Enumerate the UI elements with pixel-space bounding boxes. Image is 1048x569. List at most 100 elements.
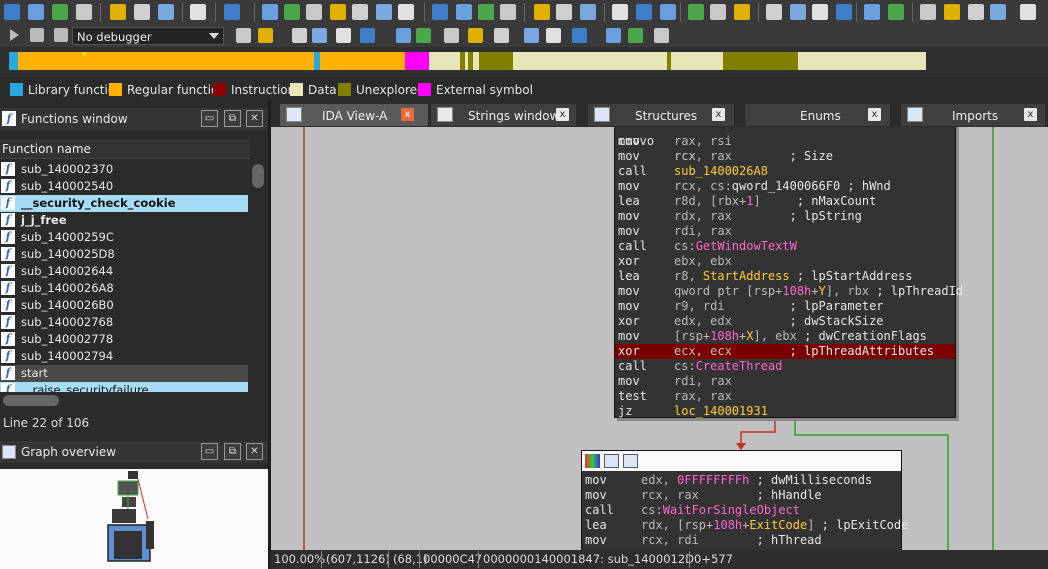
toolbar-icon[interactable] xyxy=(524,28,539,43)
toolbar-icon[interactable] xyxy=(468,28,483,43)
asm-line[interactable]: mov rdi, rax xyxy=(615,224,955,239)
asm-line[interactable]: cmovo rax, rsi xyxy=(615,134,955,149)
toolbar-icon[interactable] xyxy=(158,4,174,20)
function-row[interactable]: f sub_14000259C xyxy=(0,229,248,246)
function-row[interactable]: f __raise_securityfailure xyxy=(0,382,248,392)
toolbar-icon[interactable] xyxy=(416,28,431,43)
close-icon[interactable]: x xyxy=(868,108,881,121)
toolbar-icon[interactable] xyxy=(556,4,572,20)
pause-icon[interactable] xyxy=(30,28,44,42)
function-row[interactable]: f sub_1400026B0 xyxy=(0,297,248,314)
asm-line[interactable]: jz loc_140001931 xyxy=(615,404,955,419)
asm-line[interactable]: mov r9, rdi ; lpParameter xyxy=(615,299,955,314)
toolbar-icon[interactable] xyxy=(444,28,459,43)
graph-icon[interactable] xyxy=(623,454,638,468)
asm-line[interactable]: mov qword ptr [rsp+108h+Y], rbx ; lpThrea… xyxy=(615,284,963,299)
toolbar-icon[interactable] xyxy=(224,4,240,20)
tab-enums[interactable]: Enums x xyxy=(745,104,890,126)
function-row[interactable]: f sub_140002644 xyxy=(0,263,248,280)
column-header[interactable]: Function name xyxy=(0,139,250,159)
function-row[interactable]: f sub_140002370 xyxy=(0,161,248,178)
toolbar-icon[interactable] xyxy=(968,4,984,20)
function-row[interactable]: f sub_140002768 xyxy=(0,314,248,331)
toolbar-icon[interactable] xyxy=(494,28,509,43)
asm-line[interactable]: mov rcx, rdi ; hThread xyxy=(582,533,901,548)
toolbar-icon[interactable] xyxy=(330,4,346,20)
toolbar-icon[interactable] xyxy=(262,4,278,20)
asm-line[interactable]: mov [rsp+108h+X], ebx ; dwCreationFlags xyxy=(615,329,955,344)
toolbar-icon[interactable] xyxy=(836,4,852,20)
graph-overview-canvas[interactable] xyxy=(0,469,268,569)
toolbar-icon[interactable] xyxy=(580,4,596,20)
function-row[interactable]: f sub_1400025D8 xyxy=(0,246,248,263)
debugger-select[interactable]: No debugger xyxy=(72,27,224,45)
toolbar-icon[interactable] xyxy=(1020,4,1036,20)
toolbar-icon[interactable] xyxy=(606,28,621,43)
function-row[interactable]: f sub_140002778 xyxy=(0,331,248,348)
graph-view[interactable]: mov rcx cmovo rax, rsi mov rcx, rax ; Size c… xyxy=(271,127,1048,550)
toolbar-icon[interactable] xyxy=(944,4,960,20)
toolbar-icon[interactable] xyxy=(312,28,327,43)
toolbar-icon[interactable] xyxy=(990,4,1006,20)
toolbar-icon[interactable] xyxy=(636,4,652,20)
minimize-icon[interactable]: ▭ xyxy=(201,443,218,460)
toolbar-icon[interactable] xyxy=(352,4,368,20)
restore-icon[interactable]: ⧉ xyxy=(224,443,241,460)
asm-line[interactable]: mov rcx, rax ; Size xyxy=(615,149,955,164)
asm-line[interactable]: mov rdi, rax xyxy=(615,374,955,389)
scrollbar-thumb[interactable] xyxy=(3,395,59,406)
toolbar-icon[interactable] xyxy=(456,4,472,20)
toolbar-icon[interactable] xyxy=(478,4,494,20)
toolbar-icon[interactable] xyxy=(500,4,516,20)
toolbar-icon[interactable] xyxy=(134,4,150,20)
toolbar-icon[interactable] xyxy=(28,4,44,20)
function-row[interactable]: f sub_1400026A8 xyxy=(0,280,248,297)
tab-imports[interactable]: Imports x xyxy=(901,104,1045,126)
toolbar-icon[interactable] xyxy=(360,28,375,43)
toolbar-icon[interactable] xyxy=(546,28,561,43)
close-icon[interactable]: x xyxy=(556,108,569,121)
asm-line[interactable]: call sub_1400026A8 xyxy=(615,164,955,179)
function-row[interactable]: f __security_check_cookie xyxy=(0,195,248,212)
horizontal-scrollbar[interactable] xyxy=(0,392,250,409)
stop-icon[interactable] xyxy=(54,28,68,42)
function-row[interactable]: f sub_140002794 xyxy=(0,348,248,365)
toolbar-icon[interactable] xyxy=(688,4,704,20)
function-row[interactable]: f sub_140002540 xyxy=(0,178,248,195)
basic-block-2[interactable]: mov edx, 0FFFFFFFFh ; dwMilliseconds mov rc… xyxy=(581,450,908,550)
function-row[interactable]: f start xyxy=(0,365,248,382)
toolbar-icon[interactable] xyxy=(888,4,904,20)
asm-line[interactable]: call cs:WaitForSingleObject xyxy=(582,503,901,518)
toolbar-icon[interactable] xyxy=(432,4,448,20)
asm-line[interactable]: xor ebx, ebx xyxy=(615,254,955,269)
asm-line[interactable]: call cs:GetWindowTextW xyxy=(615,239,955,254)
toolbar-icon[interactable] xyxy=(572,28,587,43)
toolbar-icon[interactable] xyxy=(376,4,392,20)
toolbar-icon[interactable] xyxy=(284,4,300,20)
toolbar-icon[interactable] xyxy=(190,4,206,20)
tab-structures[interactable]: Structures x xyxy=(588,104,734,126)
asm-line[interactable]: xor ecx, ecx ; lpThreadAttributes xyxy=(615,344,955,359)
tab-ida-view-a[interactable]: IDA View-A x xyxy=(280,104,428,126)
asm-line[interactable]: mov rdx, rax ; lpString xyxy=(615,209,955,224)
asm-line[interactable]: xor edx, edx ; dwStackSize xyxy=(615,314,955,329)
edit-icon[interactable] xyxy=(604,454,619,468)
close-icon[interactable]: x xyxy=(401,108,414,121)
vertical-scrollbar[interactable] xyxy=(250,161,267,392)
toolbar-icon[interactable] xyxy=(790,4,806,20)
scrollbar-thumb[interactable] xyxy=(252,164,264,188)
toolbar-icon[interactable] xyxy=(654,28,669,43)
close-icon[interactable]: ✕ xyxy=(246,443,263,460)
asm-line[interactable]: call cs:CreateThread xyxy=(615,359,955,374)
toolbar-icon[interactable] xyxy=(306,4,322,20)
navigation-band[interactable] xyxy=(0,47,1048,77)
toolbar-icon[interactable] xyxy=(734,4,750,20)
basic-block-1[interactable]: mov rcx cmovo rax, rsi mov rcx, rax ; Size c… xyxy=(614,127,963,419)
toolbar-icon[interactable] xyxy=(660,4,676,20)
toolbar-icon[interactable] xyxy=(292,28,307,43)
toolbar-icon[interactable] xyxy=(534,4,550,20)
toolbar-icon[interactable] xyxy=(258,28,273,43)
run-icon[interactable] xyxy=(10,29,19,41)
tab-strings-window[interactable]: Strings window x xyxy=(431,104,576,126)
toolbar-icon[interactable] xyxy=(710,4,726,20)
